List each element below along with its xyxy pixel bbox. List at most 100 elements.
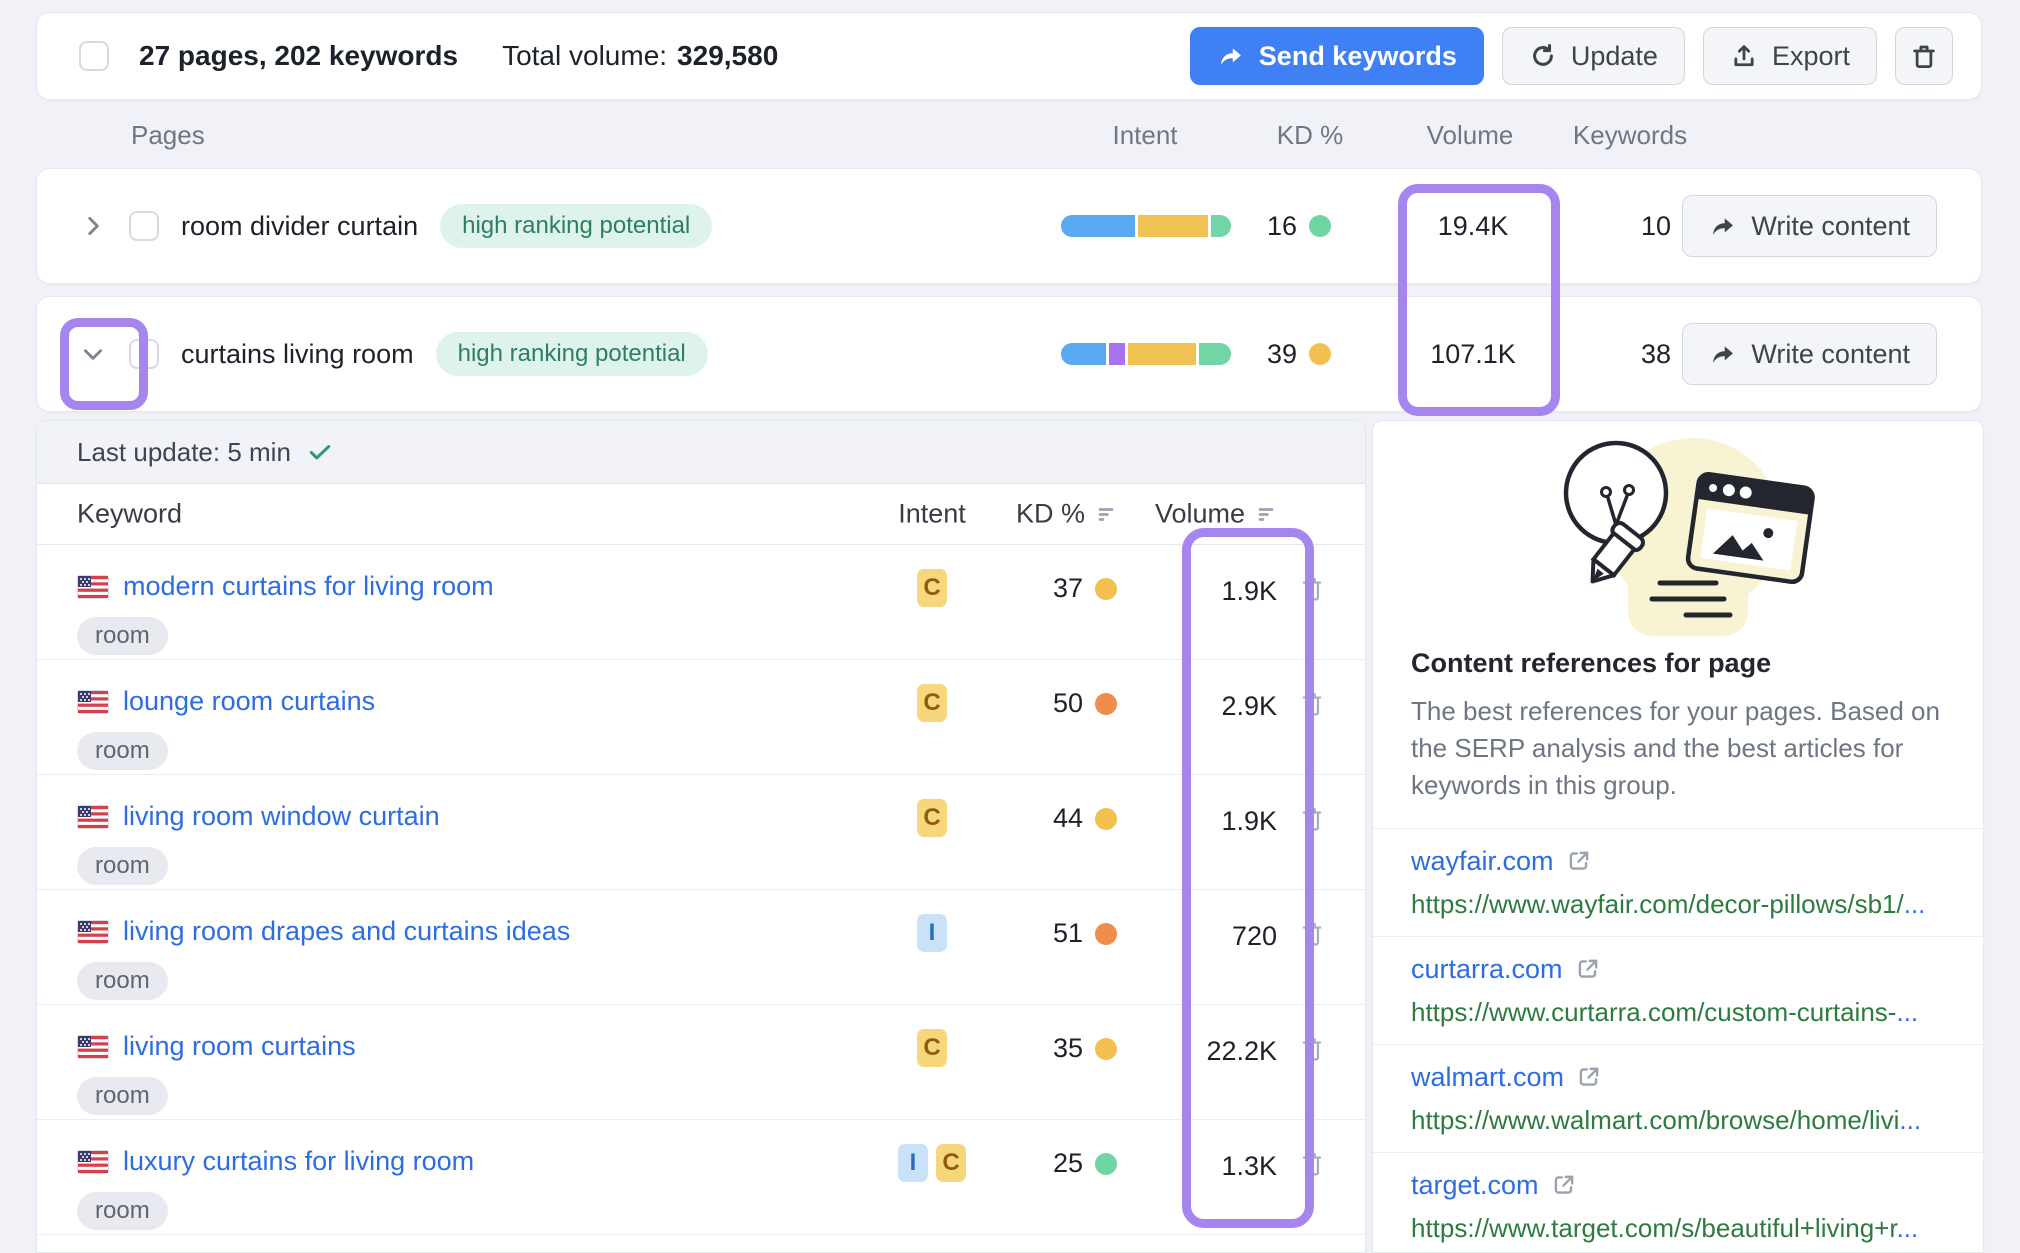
keyword-row: luxury curtains for living room room IC … bbox=[37, 1120, 1365, 1235]
expand-chevron-right-icon[interactable] bbox=[71, 204, 115, 248]
volume-value: 1.9K bbox=[1127, 576, 1277, 607]
content-references-panel: Content references for page The best ref… bbox=[1372, 420, 1984, 1253]
keyword-link[interactable]: living room curtains bbox=[123, 1031, 356, 1062]
intent-bar-segment bbox=[1109, 343, 1125, 365]
update-button[interactable]: Update bbox=[1502, 27, 1685, 85]
us-flag-icon bbox=[77, 690, 109, 714]
pages-keywords-summary: 27 pages, 202 keywords bbox=[139, 40, 458, 72]
delete-button[interactable] bbox=[1895, 27, 1953, 85]
kd-value: 25 bbox=[1053, 1148, 1083, 1179]
us-flag-icon bbox=[77, 1150, 109, 1174]
volume-value: 107.1K bbox=[1401, 297, 1545, 411]
write-content-button[interactable]: Write content bbox=[1682, 323, 1937, 385]
keyword-row: modern curtains for living room room C 3… bbox=[37, 545, 1365, 660]
external-link-icon bbox=[1576, 1064, 1602, 1090]
kd-difficulty-dot bbox=[1095, 923, 1117, 945]
toolbar: 27 pages, 202 keywords Total volume: 329… bbox=[36, 12, 1982, 100]
volume-value: 2.9K bbox=[1127, 691, 1277, 722]
row-checkbox[interactable] bbox=[129, 339, 159, 369]
reference-url[interactable]: https://www.target.com/s/beautiful+livin… bbox=[1411, 1213, 1945, 1244]
sort-icon[interactable] bbox=[1255, 503, 1277, 525]
content-references-illustration bbox=[1528, 431, 1828, 636]
us-flag-icon bbox=[77, 575, 109, 599]
volume-value: 1.3K bbox=[1127, 1151, 1277, 1182]
volume-value: 1.9K bbox=[1127, 806, 1277, 837]
send-keywords-button[interactable]: Send keywords bbox=[1190, 27, 1484, 85]
intent-badge-c: C bbox=[917, 1029, 947, 1067]
reference-domain-link[interactable]: wayfair.com bbox=[1411, 846, 1554, 877]
delete-keyword-button[interactable] bbox=[1299, 1148, 1325, 1178]
keywords-column-header: Keywords bbox=[1555, 120, 1705, 151]
delete-keyword-button[interactable] bbox=[1299, 803, 1325, 833]
keyword-link[interactable]: living room drapes and curtains ideas bbox=[123, 916, 570, 947]
keyword-link[interactable]: lounge room curtains bbox=[123, 686, 375, 717]
refresh-icon bbox=[1529, 42, 1557, 70]
delete-keyword-button[interactable] bbox=[1299, 1033, 1325, 1063]
delete-keyword-button[interactable] bbox=[1299, 688, 1325, 718]
reference-item: target.com https://www.target.com/s/beau… bbox=[1373, 1152, 1983, 1253]
page-row-room-divider-curtain: room divider curtain high ranking potent… bbox=[36, 168, 1982, 284]
total-volume-label: Total volume: bbox=[502, 40, 667, 72]
toolbar-actions: Send keywords Update Export bbox=[1190, 27, 1953, 85]
kd-difficulty-dot bbox=[1095, 578, 1117, 600]
reference-url[interactable]: https://www.curtarra.com/custom-curtains… bbox=[1411, 997, 1945, 1028]
reference-item: walmart.com https://www.walmart.com/brow… bbox=[1373, 1044, 1983, 1152]
keyword-link[interactable]: modern curtains for living room bbox=[123, 571, 494, 602]
keyword-group-tag: room bbox=[77, 847, 168, 885]
references-description: The best references for your pages. Base… bbox=[1411, 693, 1945, 804]
check-icon bbox=[307, 439, 333, 465]
share-arrow-icon bbox=[1709, 212, 1737, 240]
kd-difficulty-dot bbox=[1095, 808, 1117, 830]
intent-badge-i: I bbox=[898, 1144, 928, 1182]
keyword-row: living room drapes and curtains ideas ro… bbox=[37, 890, 1365, 1005]
select-all-checkbox[interactable] bbox=[79, 41, 109, 71]
intent-column-header: Intent bbox=[1060, 120, 1230, 151]
reference-domain-link[interactable]: curtarra.com bbox=[1411, 954, 1563, 985]
reference-domain-link[interactable]: target.com bbox=[1411, 1170, 1539, 1201]
reference-domain-link[interactable]: walmart.com bbox=[1411, 1062, 1564, 1093]
reference-url[interactable]: https://www.walmart.com/browse/home/livi… bbox=[1411, 1105, 1945, 1136]
reference-item: curtarra.com https://www.curtarra.com/cu… bbox=[1373, 936, 1983, 1044]
intent-badge-c: C bbox=[917, 799, 947, 837]
keyword-row: lounge room curtains room C 50 2.9K bbox=[37, 660, 1365, 775]
keyword-row: living room curtains room C 35 22.2K bbox=[37, 1005, 1365, 1120]
kd-column-header: KD % bbox=[1245, 120, 1375, 151]
intent-bar-segment bbox=[1061, 215, 1135, 237]
trash-icon bbox=[1909, 41, 1939, 71]
reference-url[interactable]: https://www.wayfair.com/decor-pillows/sb… bbox=[1411, 889, 1945, 920]
volume-column-header: Volume bbox=[1155, 499, 1245, 530]
kd-difficulty-dot bbox=[1309, 343, 1331, 365]
external-link-icon bbox=[1566, 848, 1592, 874]
keyword-group-tag: room bbox=[77, 617, 168, 655]
intent-badge-c: C bbox=[917, 569, 947, 607]
pages-column-header: Pages bbox=[131, 120, 205, 151]
keyword-group-tag: room bbox=[77, 962, 168, 1000]
total-volume-value: 329,580 bbox=[677, 40, 778, 72]
row-checkbox[interactable] bbox=[129, 211, 159, 241]
keyword-column-header: Keyword bbox=[77, 499, 182, 530]
share-arrow-icon bbox=[1709, 340, 1737, 368]
kd-column-header: KD % bbox=[1016, 499, 1085, 530]
volume-value: 22.2K bbox=[1127, 1036, 1277, 1067]
kd-value: 37 bbox=[1053, 573, 1083, 604]
expanded-keywords-panel: Last update: 5 min Keyword Intent KD % V… bbox=[36, 420, 1366, 1253]
delete-keyword-button[interactable] bbox=[1299, 918, 1325, 948]
export-button[interactable]: Export bbox=[1703, 27, 1877, 85]
keyword-group-tag: room bbox=[77, 1077, 168, 1115]
volume-column-header: Volume bbox=[1398, 120, 1542, 151]
collapse-chevron-down-icon[interactable] bbox=[71, 332, 115, 376]
keyword-link[interactable]: luxury curtains for living room bbox=[123, 1146, 474, 1177]
references-title: Content references for page bbox=[1411, 648, 1945, 679]
export-icon bbox=[1730, 42, 1758, 70]
kd-difficulty-dot bbox=[1095, 1038, 1117, 1060]
sort-icon[interactable] bbox=[1095, 503, 1117, 525]
delete-keyword-button[interactable] bbox=[1299, 573, 1325, 603]
kd-difficulty-dot bbox=[1095, 1153, 1117, 1175]
keyword-group-tag: room bbox=[77, 732, 168, 770]
write-content-button[interactable]: Write content bbox=[1682, 195, 1937, 257]
keyword-group-tag: room bbox=[77, 1192, 168, 1230]
last-update-text: Last update: 5 min bbox=[77, 437, 291, 468]
external-link-icon bbox=[1575, 956, 1601, 982]
kd-value: 35 bbox=[1053, 1033, 1083, 1064]
keyword-link[interactable]: living room window curtain bbox=[123, 801, 440, 832]
